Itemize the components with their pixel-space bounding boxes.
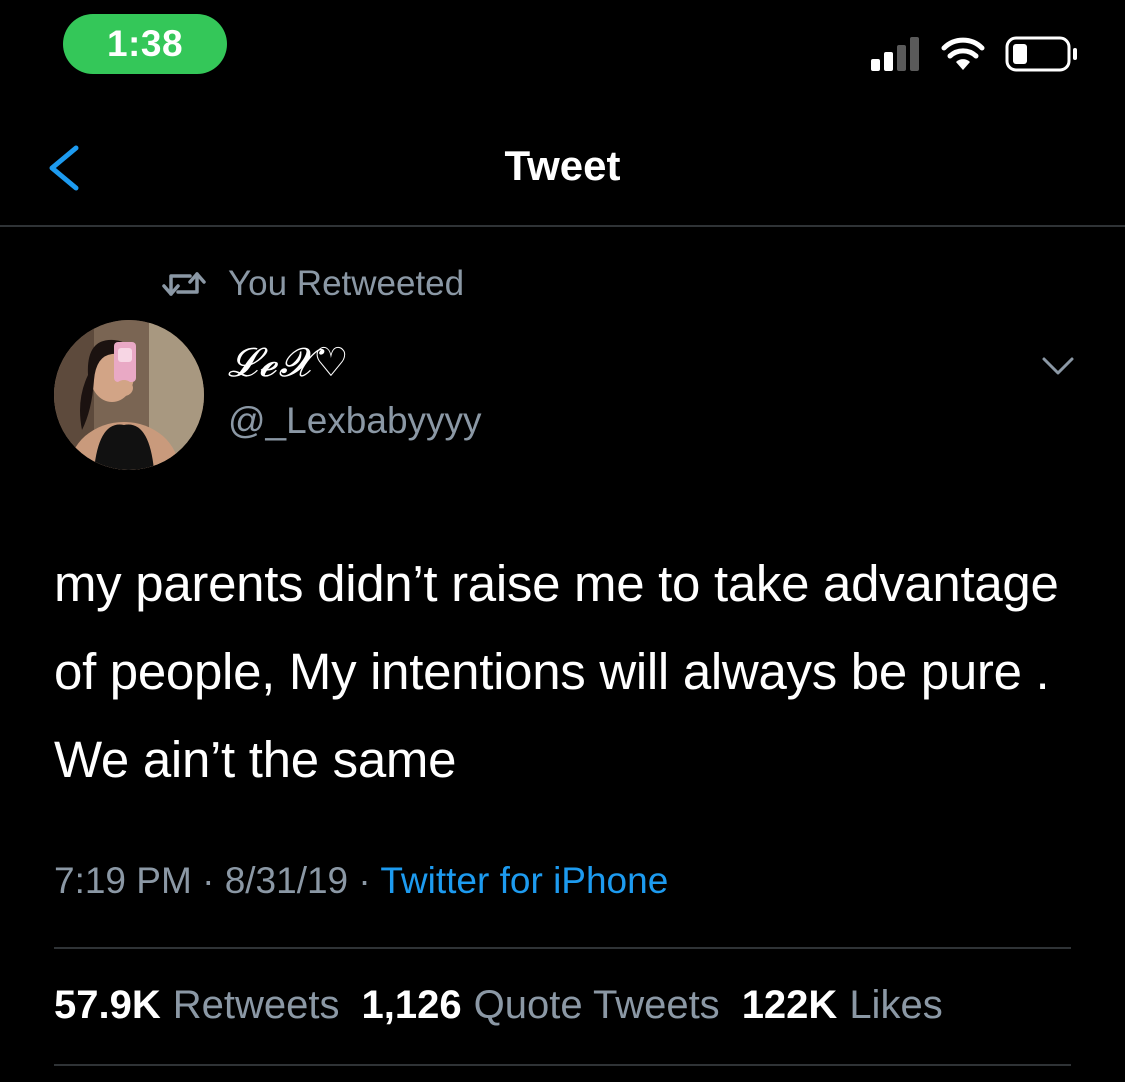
- status-icons: [871, 34, 1079, 74]
- tweet-detail-screen: 1:38 Tweet You Retweeted 𝓛𝓮𝓧♡ @_Lexbabyy…: [0, 0, 1125, 1082]
- status-time-pill[interactable]: 1:38: [63, 14, 227, 74]
- author-display-name[interactable]: 𝓛𝓮𝓧♡: [228, 340, 351, 386]
- tweet-date: 8/31/19: [224, 860, 349, 901]
- meta-separator: ·: [358, 860, 371, 901]
- stats-divider: [54, 1064, 1071, 1066]
- quote-tweets-count: 1,126: [361, 983, 462, 1027]
- likes-label: Likes: [849, 983, 943, 1027]
- chevron-down-icon[interactable]: [1040, 354, 1076, 378]
- retweets-stat[interactable]: 57.9K Retweets: [54, 983, 340, 1028]
- tweet-text: my parents didn’t raise me to take advan…: [54, 555, 1059, 788]
- tweet-time: 7:19 PM: [54, 860, 192, 901]
- status-time: 1:38: [106, 23, 184, 64]
- retweet-context: You Retweeted: [162, 264, 464, 304]
- likes-count: 122K: [741, 983, 838, 1027]
- nav-divider: [0, 225, 1125, 227]
- cellular-signal-icon: [871, 37, 919, 71]
- author-handle[interactable]: @_Lexbabyyyy: [228, 400, 482, 442]
- retweets-count: 57.9K: [54, 983, 161, 1027]
- meta-separator: ·: [202, 860, 215, 901]
- retweets-label: Retweets: [172, 983, 340, 1027]
- tweet-source-link[interactable]: Twitter for iPhone: [380, 860, 668, 901]
- likes-stat[interactable]: 122K Likes: [742, 983, 943, 1028]
- retweet-label: You Retweeted: [228, 264, 465, 303]
- avatar[interactable]: [54, 320, 204, 470]
- battery-icon: [1005, 36, 1077, 72]
- retweet-icon: [162, 272, 206, 296]
- wifi-icon: [941, 37, 985, 70]
- quote-tweets-label: Quote Tweets: [473, 983, 720, 1027]
- page-title: Tweet: [504, 142, 621, 189]
- tweet-stats: 57.9K Retweets 1,126 Quote Tweets 122K L…: [54, 983, 943, 1028]
- meta-divider: [54, 947, 1071, 949]
- quote-tweets-stat[interactable]: 1,126 Quote Tweets: [362, 983, 720, 1028]
- tweet-meta: 7:19 PM · 8/31/19 · Twitter for iPhone: [54, 860, 668, 902]
